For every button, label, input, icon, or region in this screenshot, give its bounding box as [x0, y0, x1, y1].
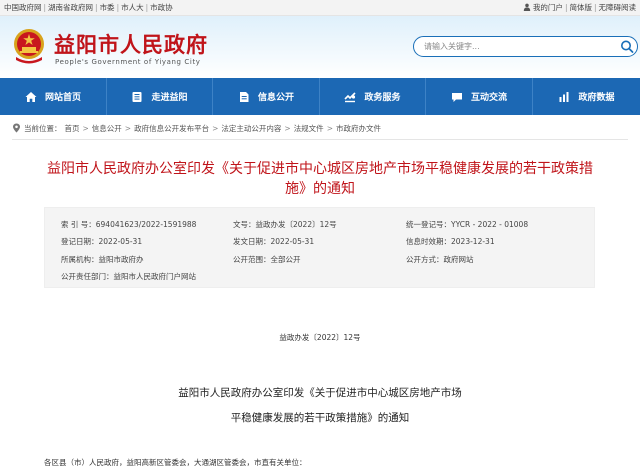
- nav-item-interaction[interactable]: 互动交流: [426, 78, 533, 115]
- meta-unified-no: 统一登记号：YYCR - 2022 - 01008: [406, 220, 529, 229]
- nav-item-info-disclosure[interactable]: 信息公开: [213, 78, 320, 115]
- nav-label: 网站首页: [44, 93, 81, 103]
- site-title[interactable]: 益阳市人民政府: [54, 29, 208, 59]
- divider: |: [593, 3, 597, 12]
- data-icon: [559, 91, 569, 102]
- link-hunan-gov[interactable]: 湖南省政府网: [48, 2, 93, 13]
- meta-dept: 公开责任部门：益阳市人民政府门户网站: [61, 272, 196, 281]
- nav-label: 互动交流: [470, 93, 507, 103]
- breadcrumb-prefix: 当前位置：: [24, 123, 62, 133]
- main-nav: 网站首页 走进益阳 信息公开 政务服务 互动交流 政府数据: [0, 78, 640, 115]
- breadcrumb-office-docs[interactable]: 市政府办文件: [336, 123, 381, 134]
- breadcrumb-home[interactable]: 首页: [65, 123, 80, 134]
- nav-item-about-yiyang[interactable]: 走进益阳: [107, 78, 213, 115]
- divider: |: [145, 3, 149, 12]
- breadcrumb-info[interactable]: 信息公开: [92, 123, 122, 134]
- meta-scope: 公开范围：全部公开: [233, 255, 301, 264]
- location-pin-icon: [13, 123, 20, 133]
- nav-item-gov-services[interactable]: 政务服务: [320, 78, 426, 115]
- meta-valid-date: 信息时效期：2023-12-31: [406, 237, 495, 246]
- home-icon: [25, 91, 37, 102]
- service-icon: [344, 91, 357, 102]
- search-icon[interactable]: [619, 39, 635, 54]
- nav-label: 走进益阳: [151, 93, 188, 103]
- meta-pub-date: 发文日期：2022-05-31: [233, 237, 315, 246]
- nav-label: 政府数据: [578, 93, 615, 103]
- nav-item-gov-data[interactable]: 政府数据: [533, 78, 640, 115]
- nav-item-home[interactable]: 网站首页: [0, 78, 107, 115]
- divider: |: [564, 3, 568, 12]
- body-title-line-2: 平稳健康发展的若干政策措施》的通知: [230, 412, 410, 424]
- search-box: [413, 36, 638, 57]
- breadcrumb-statutory[interactable]: 法定主动公开内容: [221, 123, 281, 134]
- top-links: 中国政府网 | 湖南省政府网 | 市委 | 市人大 | 市政协: [4, 2, 173, 13]
- divider: |: [43, 3, 47, 12]
- body-title-line-1: 益阳市人民政府办公室印发《关于促进市中心城区房地产市场: [178, 387, 462, 399]
- breadcrumb: 当前位置： 首页 > 信息公开 > 政府信息公开发布平台 > 法定主动公开内容 > 法规…: [12, 121, 384, 135]
- meta-org: 所属机构：益阳市政府办: [61, 255, 144, 264]
- article-title: 益阳市人民政府办公室印发《关于促进市中心城区房地产市场平稳健康发展的若干政策措施…: [47, 161, 593, 197]
- divider: |: [95, 3, 98, 12]
- breadcrumb-arrow-icon: >: [124, 123, 132, 133]
- nav-label: 信息公开: [257, 93, 294, 103]
- book-icon: [132, 91, 142, 102]
- breadcrumb-platform[interactable]: 政府信息公开发布平台: [134, 123, 209, 134]
- body-doc-number: 益政办发〔2022〕12号: [279, 333, 361, 342]
- search-input[interactable]: [424, 39, 604, 54]
- link-city-npc[interactable]: 市人大: [121, 2, 144, 13]
- body-greeting: 各区县（市）人民政府，益阳高新区管委会，大通湖区管委会，市直有关单位：: [44, 458, 307, 467]
- document-icon: [239, 91, 249, 102]
- meta-doc-no: 文号：益政办发〔2022〕12号: [233, 220, 337, 229]
- top-user-links: 我的门户 | 简体版 | 无障碍阅读: [523, 2, 636, 13]
- divider: |: [116, 3, 120, 12]
- chat-icon: [451, 92, 462, 102]
- divider: [12, 139, 628, 140]
- breadcrumb-arrow-icon: >: [82, 123, 89, 133]
- link-simplified[interactable]: 简体版: [569, 3, 592, 12]
- meta-index-no: 索 引 号：694041623/2022-1591988: [61, 220, 197, 229]
- national-emblem-icon[interactable]: [8, 25, 50, 67]
- top-utility-bar: 中国政府网 | 湖南省政府网 | 市委 | 市人大 | 市政协 我的门户 | 简体版 | 无障碍阅读: [0, 0, 640, 16]
- link-gov-cn[interactable]: 中国政府网: [4, 2, 42, 13]
- breadcrumb-arrow-icon: >: [212, 123, 219, 133]
- link-my-portal[interactable]: 我的门户: [533, 3, 563, 12]
- site-subtitle: People's Government of Yiyang City: [55, 58, 201, 66]
- link-accessibility[interactable]: 无障碍阅读: [599, 3, 637, 12]
- site-header: 益阳市人民政府 People's Government of Yiyang Ci…: [0, 16, 640, 78]
- breadcrumb-arrow-icon: >: [284, 123, 291, 133]
- document-metadata: 索 引 号：694041623/2022-1591988 文号：益政办发〔202…: [44, 207, 595, 288]
- nav-label: 政务服务: [364, 93, 401, 103]
- meta-reg-date: 登记日期：2022-05-31: [61, 237, 143, 246]
- breadcrumb-regulations[interactable]: 法规文件: [294, 123, 324, 134]
- link-city-committee[interactable]: 市委: [100, 2, 115, 13]
- meta-method: 公开方式：政府网站: [406, 255, 474, 264]
- breadcrumb-arrow-icon: >: [326, 123, 333, 133]
- user-icon: [523, 3, 531, 11]
- link-city-cppcc[interactable]: 市政协: [150, 2, 173, 13]
